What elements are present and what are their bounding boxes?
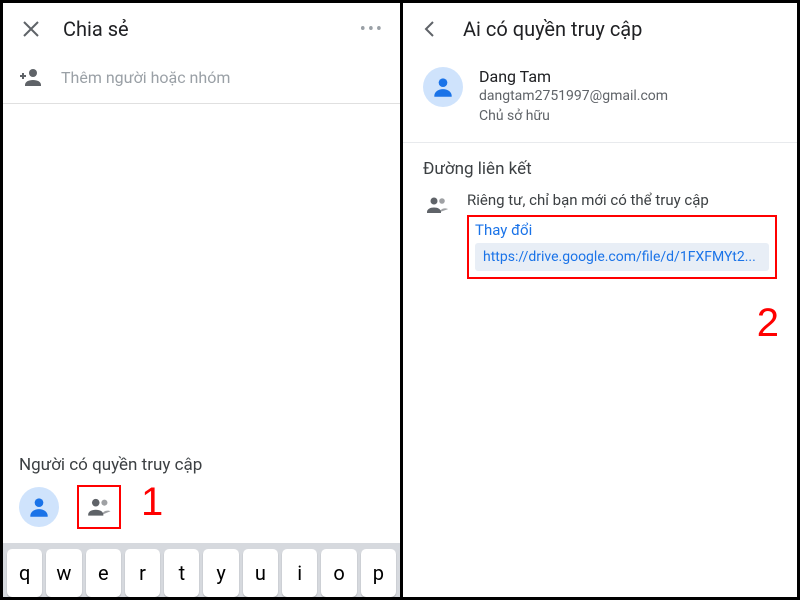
access-panel: Ai có quyền truy cập Dang Tam dangtam275… (403, 3, 797, 597)
key-q[interactable]: q (7, 549, 42, 597)
owner-row: Dang Tam dangtam2751997@gmail.com Chủ sở… (403, 55, 797, 143)
share-title: Chia sẻ (63, 17, 340, 41)
annotation-1: 1 (141, 480, 163, 525)
share-url[interactable]: https://drive.google.com/file/d/1FXFMYt2… (475, 243, 769, 271)
key-e[interactable]: e (86, 549, 121, 597)
access-title: Ai có quyền truy cập (463, 17, 781, 41)
manage-access-button[interactable] (77, 485, 121, 529)
owner-name: Dang Tam (479, 67, 668, 86)
access-heading: Người có quyền truy cập (3, 455, 400, 485)
key-i[interactable]: i (282, 549, 317, 597)
link-box: Thay đổi https://drive.google.com/file/d… (467, 215, 777, 279)
privacy-text: Riêng tư, chỉ bạn mới có thể truy cập (467, 191, 777, 209)
back-icon[interactable] (419, 17, 443, 41)
link-section: Đường liên kết Riêng tư, chỉ bạn mới có … (403, 143, 797, 295)
access-avatars (3, 485, 400, 543)
key-p[interactable]: p (361, 549, 396, 597)
avatar[interactable] (19, 487, 59, 527)
owner-avatar (423, 67, 463, 107)
more-icon[interactable]: ••• (360, 19, 384, 40)
add-people-input[interactable]: Thêm người hoặc nhóm (61, 68, 384, 87)
access-header: Ai có quyền truy cập (403, 3, 797, 55)
person-add-icon (19, 65, 43, 89)
close-icon[interactable] (19, 17, 43, 41)
key-y[interactable]: y (203, 549, 238, 597)
link-heading: Đường liên kết (423, 159, 777, 179)
group-icon (423, 191, 451, 217)
key-w[interactable]: w (46, 549, 81, 597)
key-t[interactable]: t (164, 549, 199, 597)
annotation-2: 2 (757, 301, 779, 346)
key-r[interactable]: r (125, 549, 160, 597)
keyboard-row: q w e r t y u i o p (3, 543, 400, 597)
owner-email: dangtam2751997@gmail.com (479, 88, 668, 104)
key-o[interactable]: o (321, 549, 356, 597)
key-u[interactable]: u (243, 549, 278, 597)
change-link[interactable]: Thay đổi (475, 221, 769, 239)
share-header: Chia sẻ ••• (3, 3, 400, 55)
share-panel: Chia sẻ ••• Thêm người hoặc nhóm Người c… (3, 3, 403, 597)
owner-role: Chủ sở hữu (479, 108, 668, 124)
add-people-row[interactable]: Thêm người hoặc nhóm (3, 55, 400, 104)
